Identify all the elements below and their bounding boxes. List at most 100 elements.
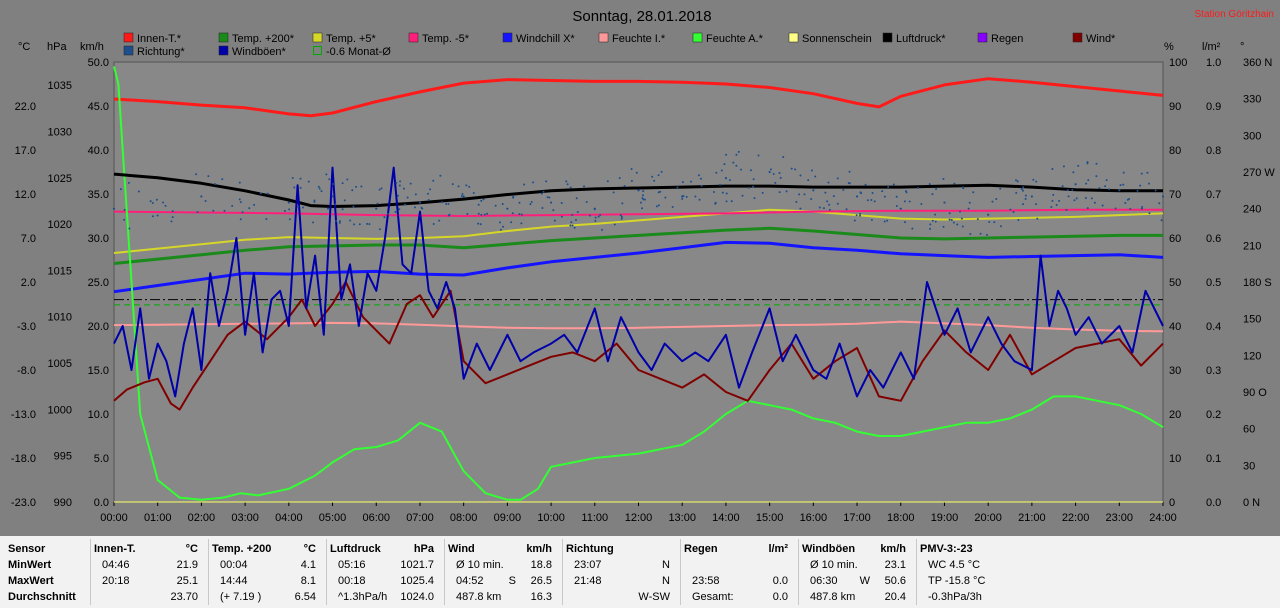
tick-label-rain: 0.8 bbox=[1206, 145, 1221, 157]
scatter-dot-richtung bbox=[483, 213, 486, 216]
scatter-dot-richtung bbox=[969, 233, 972, 236]
tick-label-percent: 60 bbox=[1169, 233, 1181, 245]
scatter-dot-richtung bbox=[1122, 171, 1125, 174]
scatter-dot-richtung bbox=[238, 181, 241, 184]
scatter-dot-richtung bbox=[1024, 197, 1027, 200]
legend: Innen-T.* Temp. +200* Temp. +5* Temp. -5* Wi… bbox=[123, 32, 1116, 58]
scatter-dot-richtung bbox=[383, 216, 386, 219]
summary-cell-label: -0.3hPa/3h bbox=[928, 591, 982, 603]
summary-cell-value: 21.9 bbox=[176, 559, 198, 571]
summary-col-innen-t: Innen-T. °C 04:46 21.9 20:18 25.1 23.70 bbox=[94, 536, 200, 608]
scatter-dot-richtung bbox=[620, 217, 623, 220]
tick-label-percent: 0 bbox=[1169, 497, 1175, 509]
tick-label-kmh: 30.0 bbox=[88, 233, 109, 245]
scatter-dot-richtung bbox=[1065, 209, 1068, 212]
scatter-dot-richtung bbox=[836, 177, 839, 180]
scatter-dot-richtung bbox=[341, 208, 344, 211]
scatter-dot-richtung bbox=[1160, 219, 1163, 222]
scatter-dot-richtung bbox=[317, 185, 320, 188]
scatter-dot-richtung bbox=[520, 213, 523, 216]
scatter-dot-richtung bbox=[541, 207, 544, 210]
scatter-dot-richtung bbox=[720, 169, 723, 172]
tick-label-celsius: -3.0 bbox=[17, 321, 36, 333]
station-name: Station Göritzhain bbox=[1195, 9, 1275, 20]
scatter-dot-richtung bbox=[291, 177, 294, 180]
summary-cell-label: 23:58 bbox=[692, 575, 720, 587]
tick-label-celsius: 17.0 bbox=[15, 145, 36, 157]
summary-col-windboeen: Windböen km/h Ø 10 min. 23.1 06:30 W 50.6 487.8… bbox=[802, 536, 908, 608]
scatter-dot-richtung bbox=[822, 207, 825, 210]
scatter-dot-richtung bbox=[845, 208, 848, 211]
scatter-dot-richtung bbox=[1139, 184, 1142, 187]
unit-rain: l/m² bbox=[1202, 41, 1221, 53]
tick-label-time: 01:00 bbox=[144, 512, 172, 524]
legend-swatch bbox=[598, 32, 609, 43]
tick-label-direction: 360 N bbox=[1243, 57, 1272, 69]
unit-degrees: ° bbox=[1240, 41, 1244, 53]
summary-cell-value: 6.54 bbox=[294, 591, 316, 603]
legend-swatch bbox=[788, 32, 799, 43]
scatter-dot-richtung bbox=[814, 175, 817, 178]
scatter-dot-richtung bbox=[1148, 182, 1151, 185]
scatter-dot-richtung bbox=[518, 213, 521, 216]
summary-cell-value: 1025.4 bbox=[400, 575, 434, 587]
scatter-dot-richtung bbox=[1055, 204, 1058, 207]
summary-header: Innen-T. bbox=[94, 543, 136, 555]
scatter-dot-richtung bbox=[953, 182, 956, 185]
tick-label-rain: 0.6 bbox=[1206, 233, 1221, 245]
scatter-dot-richtung bbox=[799, 174, 802, 177]
summary-col-luftdruck: Luftdruck hPa 05:16 1021.7 00:18 1025.4 ^1.3hP… bbox=[330, 536, 436, 608]
scatter-dot-richtung bbox=[1022, 186, 1025, 189]
scatter-dot-richtung bbox=[715, 171, 718, 174]
scatter-dot-richtung bbox=[991, 200, 994, 203]
scatter-dot-richtung bbox=[355, 185, 358, 188]
scatter-dot-richtung bbox=[204, 200, 207, 203]
tick-label-hpa: 1035 bbox=[48, 80, 72, 92]
scatter-dot-richtung bbox=[828, 208, 831, 211]
summary-header: Luftdruck bbox=[330, 543, 381, 555]
legend-swatch bbox=[977, 32, 988, 43]
tick-label-hpa: 1005 bbox=[48, 358, 72, 370]
tick-label-time: 04:00 bbox=[275, 512, 303, 524]
scatter-dot-richtung bbox=[988, 220, 991, 223]
scatter-dot-richtung bbox=[518, 201, 521, 204]
scatter-dot-richtung bbox=[406, 196, 409, 199]
scatter-dot-richtung bbox=[725, 192, 728, 195]
scatter-dot-richtung bbox=[864, 183, 867, 186]
scatter-dot-richtung bbox=[1015, 179, 1018, 182]
summary-cell-label: Ø 10 min. bbox=[456, 559, 504, 571]
scatter-dot-richtung bbox=[630, 179, 633, 182]
tick-label-time: 21:00 bbox=[1018, 512, 1046, 524]
tick-label-time: 23:00 bbox=[1106, 512, 1134, 524]
scatter-dot-richtung bbox=[123, 208, 126, 211]
scatter-dot-richtung bbox=[283, 209, 286, 212]
scatter-dot-richtung bbox=[959, 210, 962, 213]
unit-hpa: hPa bbox=[47, 41, 67, 53]
tick-label-time: 05:00 bbox=[319, 512, 347, 524]
axis-percent: 1009080706050403020100 bbox=[1169, 57, 1187, 509]
scatter-dot-richtung bbox=[575, 197, 578, 200]
scatter-dot-richtung bbox=[498, 221, 501, 224]
scatter-dot-richtung bbox=[523, 183, 526, 186]
scatter-dot-richtung bbox=[641, 207, 644, 210]
axis-kmh: 50.0 45.0 40.0 35.0 30.0 25.0 20.0 15.0 10.0 5.0 0… bbox=[88, 57, 109, 509]
tick-label-direction: 90 O bbox=[1243, 387, 1267, 399]
tick-label-time: 15:00 bbox=[756, 512, 784, 524]
scatter-dot-richtung bbox=[346, 178, 349, 181]
scatter-dot-richtung bbox=[432, 179, 435, 182]
scatter-dot-richtung bbox=[1036, 217, 1039, 220]
data-point-richtung bbox=[331, 195, 334, 198]
scatter-dot-richtung bbox=[532, 181, 535, 184]
scatter-dot-richtung bbox=[848, 170, 851, 173]
scatter-dot-richtung bbox=[1035, 203, 1038, 206]
scatter-dot-richtung bbox=[928, 227, 931, 230]
scatter-dot-richtung bbox=[299, 186, 302, 189]
summary-cell-label: (+ 7.19 ) bbox=[220, 591, 262, 603]
scatter-dot-richtung bbox=[448, 213, 451, 216]
scatter-dot-richtung bbox=[655, 205, 658, 208]
scatter-dot-richtung bbox=[445, 203, 448, 206]
summary-separator bbox=[916, 539, 917, 605]
summary-cell-dir: S bbox=[508, 575, 516, 587]
summary-cell-label: 20:18 bbox=[102, 575, 130, 587]
scatter-dot-richtung bbox=[747, 186, 750, 189]
